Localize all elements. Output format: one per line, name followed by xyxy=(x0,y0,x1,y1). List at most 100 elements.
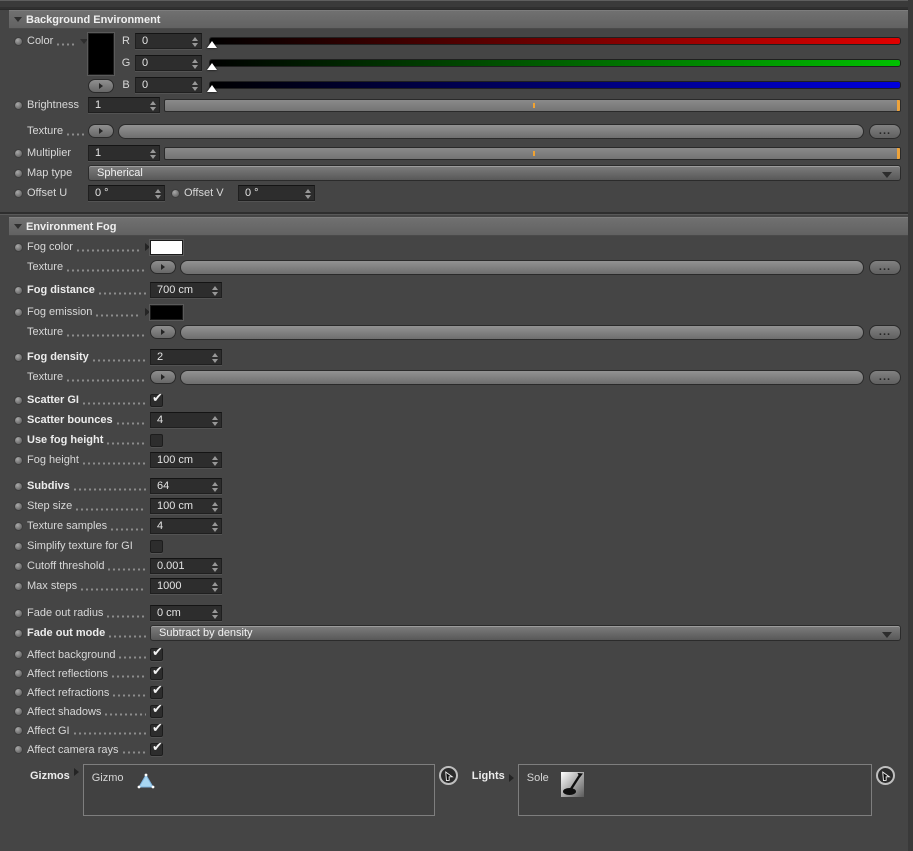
blue-field[interactable]: 0 xyxy=(135,77,202,93)
texture-field[interactable] xyxy=(118,123,864,139)
gizmo-item-label[interactable]: Gizmo xyxy=(92,772,124,784)
collapse-triangle-icon[interactable] xyxy=(14,17,22,22)
blue-slider[interactable] xyxy=(207,81,901,92)
color-swatch[interactable] xyxy=(88,33,114,75)
anim-dot[interactable] xyxy=(14,707,23,716)
slider-handle-icon[interactable] xyxy=(207,63,217,70)
spinner-icon[interactable] xyxy=(155,189,161,199)
scatter-bounces-field[interactable]: 4 xyxy=(150,412,222,428)
anim-dot[interactable] xyxy=(14,669,23,678)
anim-dot[interactable] xyxy=(14,688,23,697)
texture-field[interactable] xyxy=(180,259,864,275)
texture-expand-button[interactable] xyxy=(150,260,176,274)
anim-dot[interactable] xyxy=(14,242,23,252)
anim-dot[interactable] xyxy=(14,726,23,735)
brightness-field[interactable]: 1 xyxy=(88,97,160,113)
use-fog-height-checkbox[interactable] xyxy=(150,433,163,447)
spinner-icon[interactable] xyxy=(192,59,198,69)
anim-dot[interactable] xyxy=(14,415,23,425)
slider-handle-icon[interactable] xyxy=(207,41,217,48)
map-type-dropdown[interactable]: Spherical xyxy=(88,165,901,181)
affect-background-checkbox[interactable]: ✔ xyxy=(150,644,163,661)
section-header-fog[interactable]: Environment Fog xyxy=(9,217,909,236)
texture-expand-button[interactable] xyxy=(88,124,114,138)
anim-dot[interactable] xyxy=(14,100,23,110)
anim-dot[interactable] xyxy=(14,307,23,317)
spinner-icon[interactable] xyxy=(212,353,218,363)
offset-v-field[interactable]: 0 ° xyxy=(238,185,315,201)
lights-listbox[interactable]: Sole xyxy=(517,764,872,816)
green-slider[interactable] xyxy=(207,59,901,70)
spinner-icon[interactable] xyxy=(150,149,156,159)
color-expand-button[interactable] xyxy=(88,79,114,93)
texture-browse-button[interactable]: ... xyxy=(869,259,901,275)
red-field[interactable]: 0 xyxy=(135,33,202,49)
expand-arrow-icon[interactable] xyxy=(508,774,514,782)
anim-dot[interactable] xyxy=(14,650,23,659)
spinner-icon[interactable] xyxy=(192,37,198,47)
section-header-background[interactable]: Background Environment xyxy=(9,10,909,29)
affect-shadows-checkbox[interactable]: ✔ xyxy=(150,701,163,718)
fog-emission-swatch[interactable] xyxy=(150,304,183,320)
affect-gi-checkbox[interactable]: ✔ xyxy=(150,720,163,737)
spinner-icon[interactable] xyxy=(212,286,218,296)
fog-height-field[interactable]: 100 cm xyxy=(150,452,222,468)
anim-dot[interactable] xyxy=(14,745,23,754)
spinner-icon[interactable] xyxy=(212,502,218,512)
anim-dot[interactable] xyxy=(171,188,180,198)
texture-expand-button[interactable] xyxy=(150,370,176,384)
anim-dot[interactable] xyxy=(14,188,23,198)
fade-out-mode-dropdown[interactable]: Subtract by density xyxy=(150,625,901,641)
spinner-icon[interactable] xyxy=(150,101,156,111)
anim-dot[interactable] xyxy=(14,541,23,551)
anim-dot[interactable] xyxy=(14,285,23,295)
step-size-field[interactable]: 100 cm xyxy=(150,498,222,514)
anim-dot[interactable] xyxy=(14,148,23,158)
gizmo-cone-icon[interactable] xyxy=(136,772,156,790)
affect-reflections-checkbox[interactable]: ✔ xyxy=(150,663,163,680)
texture-samples-field[interactable]: 4 xyxy=(150,518,222,534)
texture-browse-button[interactable]: ... xyxy=(869,123,901,139)
anim-dot[interactable] xyxy=(14,608,23,618)
anim-dot[interactable] xyxy=(14,561,23,571)
anim-dot[interactable] xyxy=(14,168,23,178)
fade-out-radius-field[interactable]: 0 cm xyxy=(150,605,222,621)
texture-browse-button[interactable]: ... xyxy=(869,369,901,385)
affect-camera-rays-checkbox[interactable]: ✔ xyxy=(150,739,163,756)
cutoff-threshold-field[interactable]: 0.001 xyxy=(150,558,222,574)
spinner-icon[interactable] xyxy=(212,582,218,592)
gizmos-pick-button[interactable] xyxy=(438,766,458,785)
red-slider[interactable] xyxy=(207,37,901,48)
offset-u-field[interactable]: 0 ° xyxy=(88,185,165,201)
anim-dot[interactable] xyxy=(14,435,23,445)
slider-handle-icon[interactable] xyxy=(207,85,217,92)
brightness-slider[interactable] xyxy=(164,98,901,112)
max-steps-field[interactable]: 1000 xyxy=(150,578,222,594)
anim-dot[interactable] xyxy=(14,501,23,511)
spinner-icon[interactable] xyxy=(212,416,218,426)
subdivs-field[interactable]: 64 xyxy=(150,478,222,494)
fog-color-swatch[interactable] xyxy=(150,239,183,255)
spotlight-icon[interactable] xyxy=(560,772,584,797)
lights-pick-button[interactable] xyxy=(875,766,895,785)
simplify-texture-checkbox[interactable] xyxy=(150,539,163,553)
spinner-icon[interactable] xyxy=(192,81,198,91)
collapse-triangle-icon[interactable] xyxy=(14,224,22,229)
texture-field[interactable] xyxy=(180,324,864,340)
affect-refractions-checkbox[interactable]: ✔ xyxy=(150,682,163,699)
gizmos-listbox[interactable]: Gizmo xyxy=(82,764,435,816)
multiplier-slider[interactable] xyxy=(164,146,901,160)
anim-dot[interactable] xyxy=(14,36,23,46)
anim-dot[interactable] xyxy=(14,521,23,531)
anim-dot[interactable] xyxy=(14,628,23,638)
anim-dot[interactable] xyxy=(14,481,23,491)
fog-density-field[interactable]: 2 xyxy=(150,349,222,365)
spinner-icon[interactable] xyxy=(212,522,218,532)
multiplier-field[interactable]: 1 xyxy=(88,145,160,161)
texture-expand-button[interactable] xyxy=(150,325,176,339)
anim-dot[interactable] xyxy=(14,581,23,591)
spinner-icon[interactable] xyxy=(212,482,218,492)
spinner-icon[interactable] xyxy=(305,189,311,199)
texture-field[interactable] xyxy=(180,369,864,385)
spinner-icon[interactable] xyxy=(212,562,218,572)
